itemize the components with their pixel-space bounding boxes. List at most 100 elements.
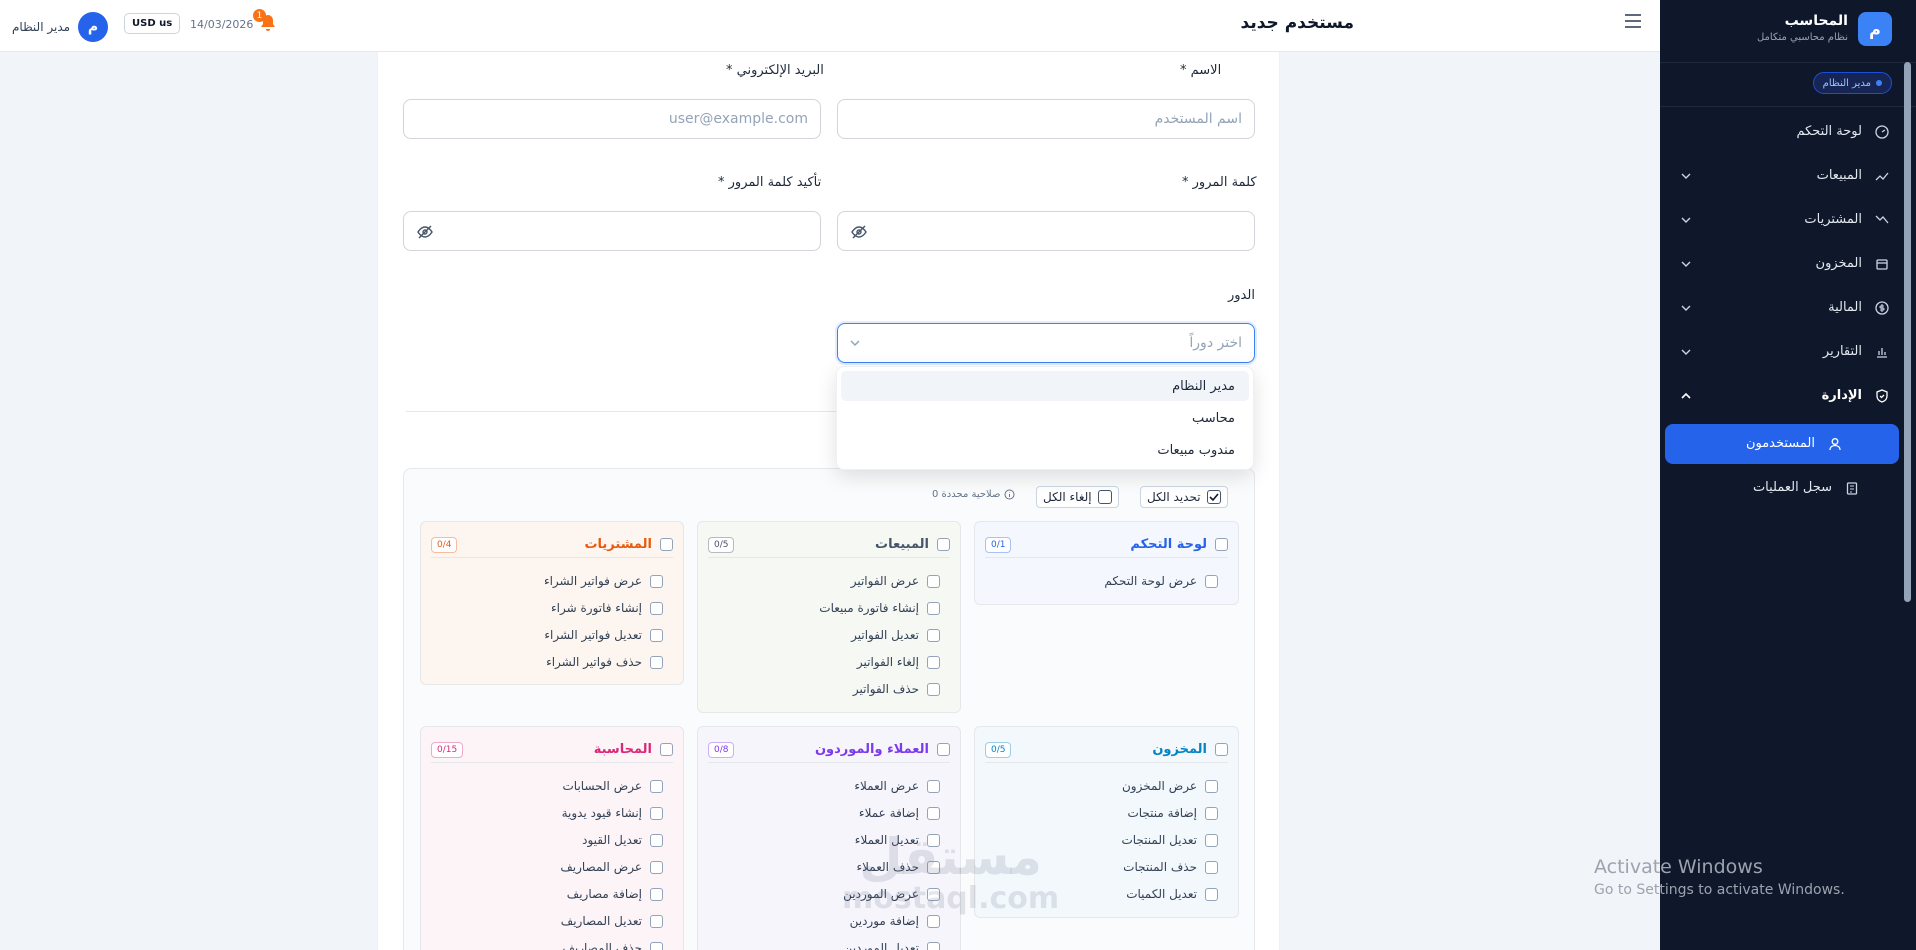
group-checkbox[interactable] [1215,743,1228,756]
permission-checkbox[interactable] [927,655,940,669]
watermark: مستقل mostaql.com [842,832,1059,920]
permission-item[interactable]: عرض الحسابات [563,779,663,793]
permission-label: حذف فواتير الشراء [546,655,642,669]
permission-group-header: 0/5 المبيعات [708,532,950,558]
permission-item[interactable]: عرض الفواتير [851,574,940,588]
permission-item[interactable]: عرض المخزون [1122,779,1218,793]
permission-checkbox[interactable] [650,574,663,588]
sidebar-item-admin[interactable]: الإدارة [1660,376,1916,416]
top-bar: مستخدم جديد مدير النظام م USD us 14/03/2… [0,0,1660,52]
sidebar-item-sales[interactable]: المبيعات [1660,156,1916,196]
permission-checkbox[interactable] [927,806,940,820]
permission-checkbox[interactable] [1205,779,1218,793]
permission-label: حذف الفواتير [852,682,919,696]
permission-group-title[interactable]: لوحة التحكم [1130,537,1228,552]
permission-item[interactable]: إضافة منتجات [1127,806,1218,820]
gauge-icon [1875,125,1889,139]
permission-checkbox[interactable] [650,833,663,847]
permission-checkbox[interactable] [650,779,663,793]
permission-checkbox[interactable] [927,574,940,588]
sidebar-divider [1660,106,1916,107]
permission-group-title[interactable]: العملاء والموردون [815,742,950,757]
hamburger-menu-icon[interactable] [1622,10,1644,32]
permission-item[interactable]: تعديل الكميات [1126,887,1218,901]
permission-item[interactable]: حذف المصاريف [562,941,663,950]
select-all-button[interactable]: تحديد الكل [1140,486,1228,508]
sidebar-item-audit-log[interactable]: سجل العمليات [1660,468,1916,508]
sidebar-item-inventory[interactable]: المخزون [1660,244,1916,284]
permission-item[interactable]: تعديل المصاريف [561,914,663,928]
permission-item[interactable]: إلغاء الفواتير [857,655,940,669]
name-input[interactable]: اسم المستخدم [837,99,1255,139]
permission-item[interactable]: إضافة مصاريف [567,887,663,901]
group-checkbox[interactable] [937,538,950,551]
permission-item[interactable]: حذف المنتجات [1123,860,1218,874]
role-option[interactable]: مدير النظام [841,371,1249,401]
permission-group-title[interactable]: المبيعات [875,537,950,552]
permission-group-title[interactable]: المشتريات [584,537,673,552]
permission-checkbox[interactable] [927,779,940,793]
permission-checkbox[interactable] [650,806,663,820]
permission-checkbox[interactable] [650,887,663,901]
permission-item[interactable]: إنشاء قيود يدوية [562,806,663,820]
permission-checkbox[interactable] [1205,806,1218,820]
permission-checkbox[interactable] [1205,887,1218,901]
permission-checkbox[interactable] [650,655,663,669]
permission-checkbox[interactable] [650,860,663,874]
permission-group-title[interactable]: المخزون [1152,742,1228,757]
role-option[interactable]: محاسب [841,403,1249,433]
permission-item[interactable]: عرض فواتير الشراء [544,574,663,588]
permission-item[interactable]: تعديل فواتير الشراء [544,628,663,642]
permission-checkbox[interactable] [927,941,940,950]
permission-item[interactable]: حذف فواتير الشراء [546,655,663,669]
password-input[interactable] [837,211,1255,251]
permission-checkbox[interactable] [927,601,940,615]
currency-button[interactable]: USD us [124,13,181,34]
deselect-all-button[interactable]: إلغاء الكل [1036,486,1119,508]
sidebar-item-reports[interactable]: التقارير [1660,332,1916,372]
permission-item[interactable]: تعديل القيود [582,833,663,847]
sidebar-item-finance[interactable]: المالية [1660,288,1916,328]
permission-checkbox[interactable] [1205,833,1218,847]
permission-item[interactable]: إنشاء فاتورة مبيعات [819,601,940,615]
role-option[interactable]: مندوب مبيعات [841,435,1249,465]
permission-group-title[interactable]: المحاسبة [594,742,673,757]
group-checkbox[interactable] [660,743,673,756]
permission-item[interactable]: حذف الفواتير [853,682,940,696]
permission-checkbox[interactable] [650,601,663,615]
sidebar-item-purchases[interactable]: المشتريات [1660,200,1916,240]
confirm-password-input[interactable] [403,211,821,251]
permission-item[interactable]: إنشاء فاتورة شراء [551,601,663,615]
permission-label: إنشاء فاتورة مبيعات [819,601,919,615]
permission-item[interactable]: تعديل الفواتير [851,628,940,642]
eye-off-icon[interactable] [850,223,868,241]
group-checkbox[interactable] [660,538,673,551]
group-checkbox[interactable] [1215,538,1228,551]
sidebar-scrollbar[interactable] [1904,62,1911,602]
permission-item[interactable]: عرض العملاء [854,779,940,793]
sidebar-item-label: المبيعات [1816,168,1862,183]
sidebar-item-label: المستخدمون [1745,436,1815,451]
permission-checkbox[interactable] [1205,860,1218,874]
permission-item[interactable]: تعديل المنتجات [1121,833,1218,847]
permission-group-header: 0/4 المشتريات [431,532,673,558]
permission-label: تعديل فواتير الشراء [544,628,642,642]
group-checkbox[interactable] [937,743,950,756]
permission-item[interactable]: إضافة عملاء [859,806,940,820]
permission-item[interactable]: عرض لوحة التحكم [1104,574,1218,588]
role-select[interactable]: اختر دوراً [837,323,1255,363]
permission-item[interactable]: عرض المصاريف [560,860,663,874]
sidebar-item-users[interactable]: المستخدمون [1665,424,1899,464]
permission-checkbox[interactable] [650,941,663,950]
sidebar-item-label: الإدارة [1821,388,1862,403]
permission-checkbox[interactable] [650,914,663,928]
user-menu[interactable]: مدير النظام م [12,12,109,42]
permission-checkbox[interactable] [927,628,940,642]
permission-item[interactable]: تعديل الموردين [844,941,940,950]
email-input[interactable]: user@example.com [403,99,821,139]
permission-checkbox[interactable] [650,628,663,642]
permission-checkbox[interactable] [1205,574,1218,588]
permission-checkbox[interactable] [927,682,940,696]
eye-off-icon[interactable] [416,223,434,241]
sidebar-item-dashboard[interactable]: لوحة التحكم [1660,112,1916,152]
